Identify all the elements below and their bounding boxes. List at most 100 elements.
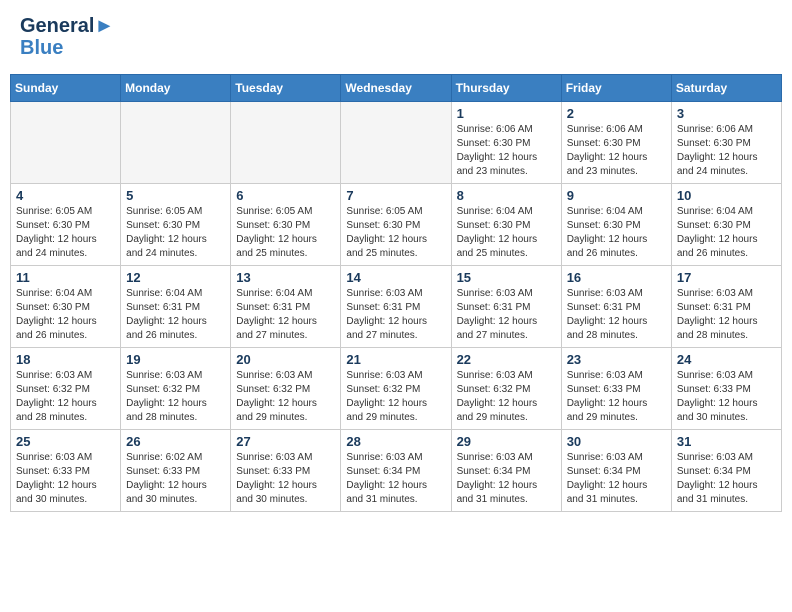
- day-number: 30: [567, 434, 666, 449]
- cell-info: Sunrise: 6:06 AMSunset: 6:30 PMDaylight:…: [457, 123, 556, 179]
- cell-info: Sunrise: 6:06 AMSunset: 6:30 PMDaylight:…: [567, 123, 666, 179]
- day-number: 10: [677, 188, 776, 203]
- day-number: 2: [567, 106, 666, 121]
- logo-general: General►: [20, 15, 114, 37]
- cell-info: Sunrise: 6:04 AMSunset: 6:30 PMDaylight:…: [567, 205, 666, 261]
- day-number: 13: [236, 270, 335, 285]
- calendar-cell: 15 Sunrise: 6:03 AMSunset: 6:31 PMDayligh…: [451, 266, 561, 348]
- day-number: 6: [236, 188, 335, 203]
- calendar-cell: 17 Sunrise: 6:03 AMSunset: 6:31 PMDayligh…: [671, 266, 781, 348]
- calendar-cell: 3Sunrise: 6:06 AMSunset: 6:30 PMDaylight…: [671, 102, 781, 184]
- day-number: 17: [677, 270, 776, 285]
- day-number: 12: [126, 270, 225, 285]
- cell-info: Sunrise: 6:04 AMSunset: 6:30 PMDaylight:…: [677, 205, 776, 261]
- cell-info: Sunrise: 6:05 AMSunset: 6:30 PMDaylight:…: [236, 205, 335, 261]
- col-header-wednesday: Wednesday: [341, 75, 451, 102]
- calendar-cell: 30 Sunrise: 6:03 AMSunset: 6:34 PMDayligh…: [561, 430, 671, 512]
- week-row-5: 25 Sunrise: 6:03 AMSunset: 6:33 PMDayligh…: [11, 430, 782, 512]
- cell-info: Sunrise: 6:03 AMSunset: 6:34 PMDaylight:…: [457, 451, 556, 507]
- cell-info: Sunrise: 6:04 AMSunset: 6:30 PMDaylight:…: [457, 205, 556, 261]
- week-row-4: 18 Sunrise: 6:03 AMSunset: 6:32 PMDayligh…: [11, 348, 782, 430]
- col-header-tuesday: Tuesday: [231, 75, 341, 102]
- calendar-cell: 23 Sunrise: 6:03 AMSunset: 6:33 PMDayligh…: [561, 348, 671, 430]
- day-number: 31: [677, 434, 776, 449]
- calendar-cell: 9 Sunrise: 6:04 AMSunset: 6:30 PMDaylight…: [561, 184, 671, 266]
- calendar-cell: 20 Sunrise: 6:03 AMSunset: 6:32 PMDayligh…: [231, 348, 341, 430]
- calendar-cell: 1 Sunrise: 6:06 AMSunset: 6:30 PMDaylight…: [451, 102, 561, 184]
- day-number: 16: [567, 270, 666, 285]
- day-number: 29: [457, 434, 556, 449]
- cell-info: Sunrise: 6:05 AMSunset: 6:30 PMDaylight:…: [16, 205, 115, 261]
- cell-info: Sunrise: 6:03 AMSunset: 6:33 PMDaylight:…: [677, 369, 776, 425]
- cell-info: Sunrise: 6:03 AMSunset: 6:31 PMDaylight:…: [457, 287, 556, 343]
- cell-info: Sunrise: 6:03 AMSunset: 6:32 PMDaylight:…: [236, 369, 335, 425]
- calendar-cell: 27Sunrise: 6:03 AMSunset: 6:33 PMDayligh…: [231, 430, 341, 512]
- cell-info: Sunrise: 6:03 AMSunset: 6:33 PMDaylight:…: [16, 451, 115, 507]
- cell-info: Sunrise: 6:03 AMSunset: 6:33 PMDaylight:…: [567, 369, 666, 425]
- week-row-1: 1 Sunrise: 6:06 AMSunset: 6:30 PMDaylight…: [11, 102, 782, 184]
- col-header-sunday: Sunday: [11, 75, 121, 102]
- col-header-monday: Monday: [121, 75, 231, 102]
- day-number: 27: [236, 434, 335, 449]
- day-number: 14: [346, 270, 445, 285]
- day-number: 3: [677, 106, 776, 121]
- calendar-cell: 31 Sunrise: 6:03 AMSunset: 6:34 PMDayligh…: [671, 430, 781, 512]
- page-header: General► Blue: [10, 10, 782, 64]
- day-number: 9: [567, 188, 666, 203]
- calendar-cell: 24 Sunrise: 6:03 AMSunset: 6:33 PMDayligh…: [671, 348, 781, 430]
- week-row-2: 4 Sunrise: 6:05 AMSunset: 6:30 PMDaylight…: [11, 184, 782, 266]
- calendar-cell: 8 Sunrise: 6:04 AMSunset: 6:30 PMDaylight…: [451, 184, 561, 266]
- calendar-cell: 7Sunrise: 6:05 AMSunset: 6:30 PMDaylight…: [341, 184, 451, 266]
- calendar-cell: 19 Sunrise: 6:03 AMSunset: 6:32 PMDayligh…: [121, 348, 231, 430]
- day-number: 23: [567, 352, 666, 367]
- day-number: 21: [346, 352, 445, 367]
- day-number: 15: [457, 270, 556, 285]
- day-number: 8: [457, 188, 556, 203]
- calendar-cell: 12 Sunrise: 6:04 AMSunset: 6:31 PMDayligh…: [121, 266, 231, 348]
- calendar-cell: 16 Sunrise: 6:03 AMSunset: 6:31 PMDayligh…: [561, 266, 671, 348]
- day-number: 19: [126, 352, 225, 367]
- calendar-cell: [231, 102, 341, 184]
- cell-info: Sunrise: 6:04 AMSunset: 6:30 PMDaylight:…: [16, 287, 115, 343]
- cell-info: Sunrise: 6:03 AMSunset: 6:34 PMDaylight:…: [677, 451, 776, 507]
- col-header-friday: Friday: [561, 75, 671, 102]
- logo: General► Blue: [20, 15, 114, 59]
- cell-info: Sunrise: 6:04 AMSunset: 6:31 PMDaylight:…: [126, 287, 225, 343]
- cell-info: Sunrise: 6:03 AMSunset: 6:32 PMDaylight:…: [346, 369, 445, 425]
- day-number: 28: [346, 434, 445, 449]
- calendar-cell: 2 Sunrise: 6:06 AMSunset: 6:30 PMDaylight…: [561, 102, 671, 184]
- cell-info: Sunrise: 6:03 AMSunset: 6:34 PMDaylight:…: [346, 451, 445, 507]
- calendar-cell: 6 Sunrise: 6:05 AMSunset: 6:30 PMDaylight…: [231, 184, 341, 266]
- day-number: 18: [16, 352, 115, 367]
- cell-info: Sunrise: 6:03 AMSunset: 6:31 PMDaylight:…: [677, 287, 776, 343]
- cell-info: Sunrise: 6:05 AMSunset: 6:30 PMDaylight:…: [126, 205, 225, 261]
- calendar-cell: 26Sunrise: 6:02 AMSunset: 6:33 PMDayligh…: [121, 430, 231, 512]
- calendar-cell: 28 Sunrise: 6:03 AMSunset: 6:34 PMDayligh…: [341, 430, 451, 512]
- day-number: 5: [126, 188, 225, 203]
- day-number: 1: [457, 106, 556, 121]
- cell-info: Sunrise: 6:04 AMSunset: 6:31 PMDaylight:…: [236, 287, 335, 343]
- calendar-cell: 5 Sunrise: 6:05 AMSunset: 6:30 PMDaylight…: [121, 184, 231, 266]
- cell-info: Sunrise: 6:03 AMSunset: 6:32 PMDaylight:…: [126, 369, 225, 425]
- calendar-cell: 18 Sunrise: 6:03 AMSunset: 6:32 PMDayligh…: [11, 348, 121, 430]
- cell-info: Sunrise: 6:03 AMSunset: 6:31 PMDaylight:…: [567, 287, 666, 343]
- day-number: 20: [236, 352, 335, 367]
- cell-info: Sunrise: 6:03 AMSunset: 6:34 PMDaylight:…: [567, 451, 666, 507]
- calendar-cell: [341, 102, 451, 184]
- calendar-cell: [11, 102, 121, 184]
- week-row-3: 11 Sunrise: 6:04 AMSunset: 6:30 PMDayligh…: [11, 266, 782, 348]
- day-number: 11: [16, 270, 115, 285]
- day-number: 25: [16, 434, 115, 449]
- col-header-thursday: Thursday: [451, 75, 561, 102]
- day-number: 22: [457, 352, 556, 367]
- calendar-cell: 29 Sunrise: 6:03 AMSunset: 6:34 PMDayligh…: [451, 430, 561, 512]
- calendar-cell: 11 Sunrise: 6:04 AMSunset: 6:30 PMDayligh…: [11, 266, 121, 348]
- logo-blue: Blue: [20, 37, 114, 59]
- cell-info: Sunrise: 6:03 AMSunset: 6:32 PMDaylight:…: [16, 369, 115, 425]
- calendar-cell: 25 Sunrise: 6:03 AMSunset: 6:33 PMDayligh…: [11, 430, 121, 512]
- day-number: 7: [346, 188, 445, 203]
- day-number: 4: [16, 188, 115, 203]
- calendar-cell: 4 Sunrise: 6:05 AMSunset: 6:30 PMDaylight…: [11, 184, 121, 266]
- col-header-saturday: Saturday: [671, 75, 781, 102]
- day-number: 24: [677, 352, 776, 367]
